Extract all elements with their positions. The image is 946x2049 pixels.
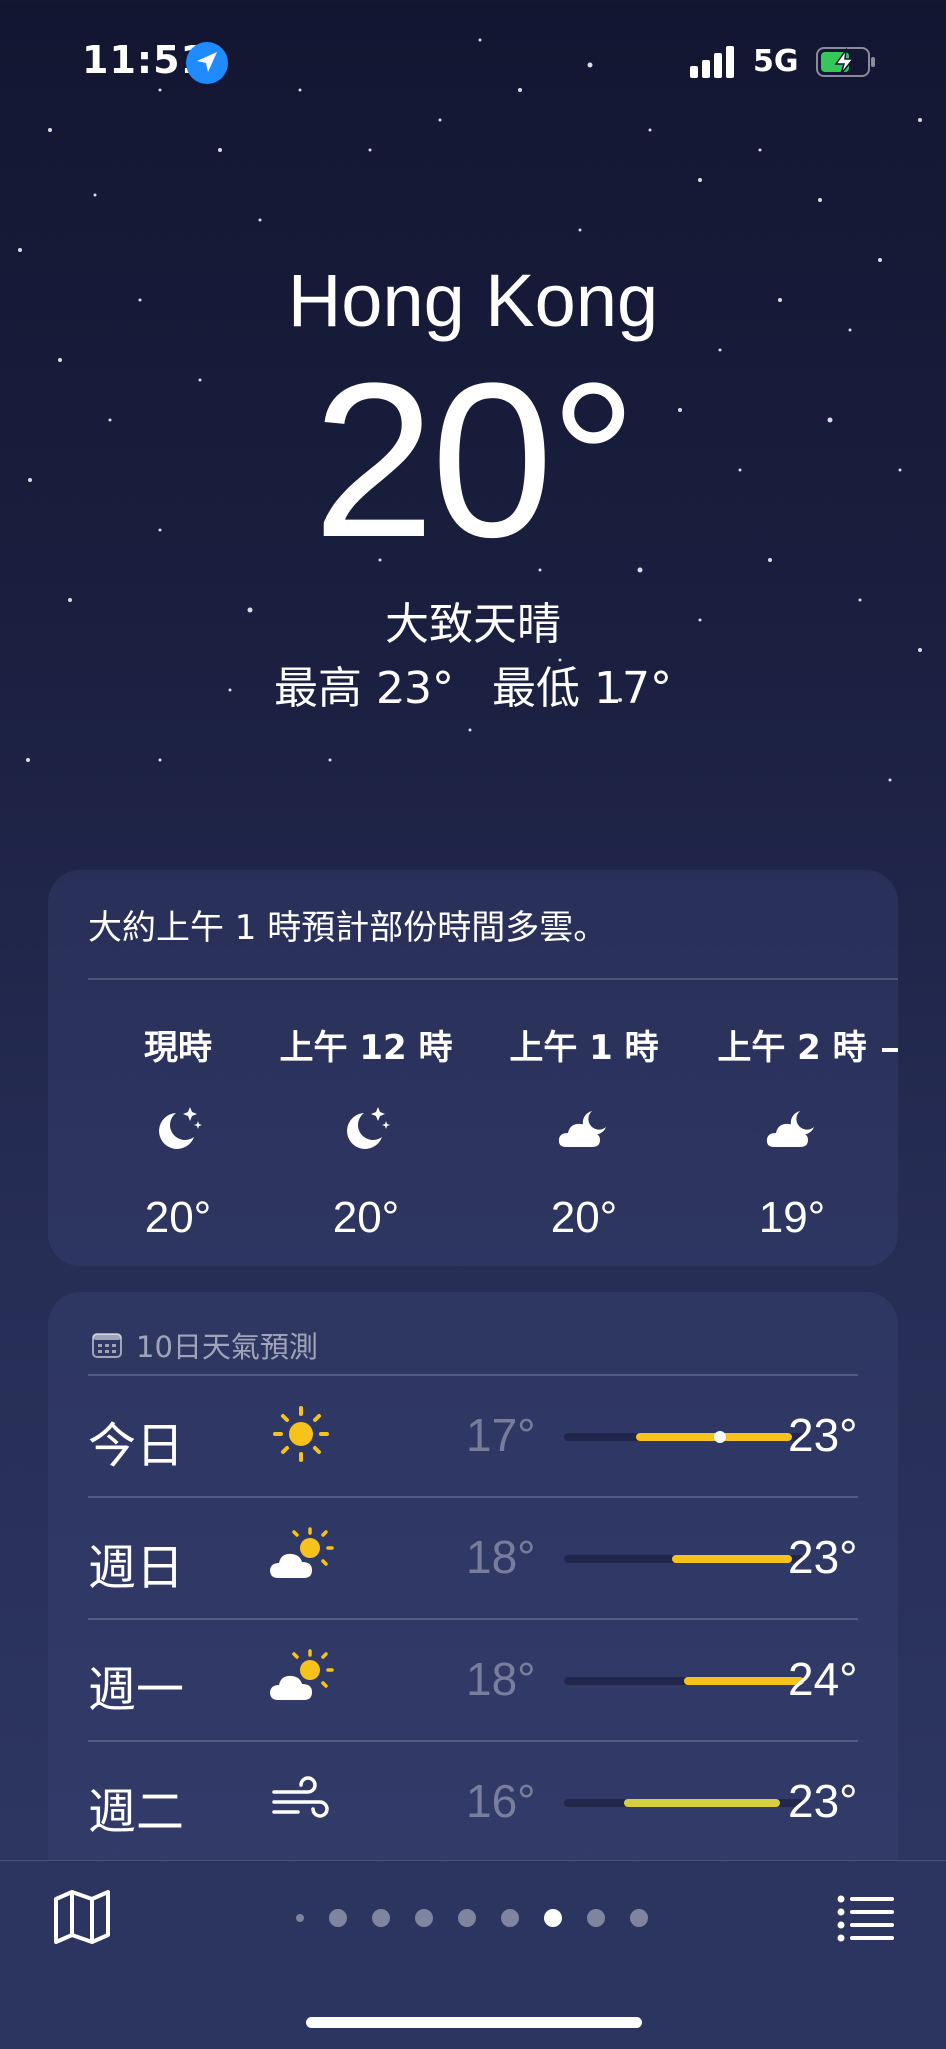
temperature-range-fill <box>624 1799 780 1807</box>
cellular-signal-icon <box>690 46 734 78</box>
weather-condition: 大致天晴 <box>385 599 561 650</box>
page-dot[interactable] <box>415 1909 433 1927</box>
hour-label: 現時 <box>144 1028 212 1068</box>
day-name: 今日 <box>88 1418 185 1474</box>
wind-icon <box>272 1776 329 1818</box>
cloud-sun-icon <box>270 1527 334 1578</box>
hour-temperature: 20° <box>332 1193 400 1242</box>
page-dot[interactable] <box>630 1909 648 1927</box>
day-high: 24° <box>788 1653 858 1705</box>
temperature-range-bar <box>564 1555 804 1563</box>
day-low: 16° <box>466 1775 536 1827</box>
moon-stars-icon <box>347 1107 390 1149</box>
cloud-moon-icon <box>558 1111 606 1147</box>
page-dot[interactable] <box>501 1909 519 1927</box>
day-high: 23° <box>788 1775 858 1827</box>
hour-label: 上午 2 時 <box>717 1028 867 1068</box>
day-row[interactable]: 週一 18° 24° <box>88 1620 858 1740</box>
bottom-toolbar <box>0 1860 946 2049</box>
forecast-header: 10日天氣預測 <box>92 1324 318 1366</box>
hour-temperature: 20° <box>144 1193 212 1242</box>
page-dot[interactable] <box>458 1909 476 1927</box>
hourly-item[interactable]: 上午 12 時 20° <box>266 1020 466 1243</box>
page-indicator[interactable] <box>296 1909 673 1927</box>
cloud-sun-icon <box>270 1649 334 1700</box>
page-dot[interactable] <box>587 1909 605 1927</box>
divider <box>88 978 898 980</box>
hour-temperature: 20° <box>550 1193 618 1242</box>
temperature-range-bar <box>564 1431 804 1443</box>
current-temperature: 20° <box>312 337 638 583</box>
high-temperature: 最高 23° <box>274 663 454 714</box>
temperature-range-fill <box>672 1555 792 1563</box>
page-dot[interactable] <box>329 1909 347 1927</box>
hourly-forecast-card[interactable]: 大約上午 1 時預計部份時間多雲。 現時 20° 上午 12 時 20° 上午 … <box>48 870 898 1266</box>
cloud-moon-icon <box>766 1111 814 1147</box>
battery-charging-icon <box>816 47 875 77</box>
location-arrow-icon <box>186 42 228 84</box>
status-bar: 11:51 5G <box>0 0 946 130</box>
hourly-item[interactable]: 上午 1 時 20° <box>484 1020 684 1243</box>
home-indicator[interactable] <box>306 2017 642 2028</box>
list-icon[interactable] <box>836 1893 896 1943</box>
moon-stars-icon <box>159 1107 202 1149</box>
day-low: 17° <box>466 1409 536 1461</box>
sun-icon <box>273 1406 329 1462</box>
day-low: 18° <box>466 1653 536 1705</box>
page-dot-active[interactable] <box>544 1909 562 1927</box>
calendar-icon <box>92 1333 122 1358</box>
day-row[interactable]: 今日 17° 23° <box>88 1376 858 1496</box>
day-row[interactable]: 週二 16° 23° <box>88 1742 858 1862</box>
hourly-summary: 大約上午 1 時預計部份時間多雲。 <box>88 908 608 948</box>
day-high: 23° <box>788 1531 858 1583</box>
day-high: 23° <box>788 1409 858 1461</box>
day-name: 週一 <box>88 1662 185 1718</box>
temperature-range-bar <box>564 1677 804 1685</box>
network-type: 5G <box>753 44 799 79</box>
day-low: 18° <box>466 1531 536 1583</box>
day-row[interactable]: 週日 18° 23° <box>88 1498 858 1618</box>
hour-label: 上午 12 時 <box>279 1028 453 1068</box>
hour-temperature: 19° <box>758 1193 826 1242</box>
page-dot[interactable] <box>372 1909 390 1927</box>
hour-label: 上午 1 時 <box>509 1028 659 1068</box>
high-low-temperature: 最高 23° 最低 17° <box>0 652 946 716</box>
hourly-item[interactable]: 上午 2 時 19° <box>692 1020 892 1243</box>
hourly-item[interactable]: 現時 20° <box>78 1020 278 1243</box>
day-name: 週二 <box>88 1784 185 1840</box>
low-temperature: 最低 17° <box>492 663 672 714</box>
day-name: 週日 <box>88 1540 185 1596</box>
temperature-range-bar <box>564 1799 804 1807</box>
current-temperature-marker <box>714 1431 726 1443</box>
temperature-range-fill <box>684 1677 804 1685</box>
next-hour-label-partial <box>882 1048 898 1052</box>
map-icon[interactable] <box>52 1887 112 1947</box>
forecast-header-label: 10日天氣預測 <box>136 1330 318 1364</box>
page-dot-location[interactable] <box>296 1914 304 1922</box>
city-name: Hong Kong <box>287 259 659 342</box>
